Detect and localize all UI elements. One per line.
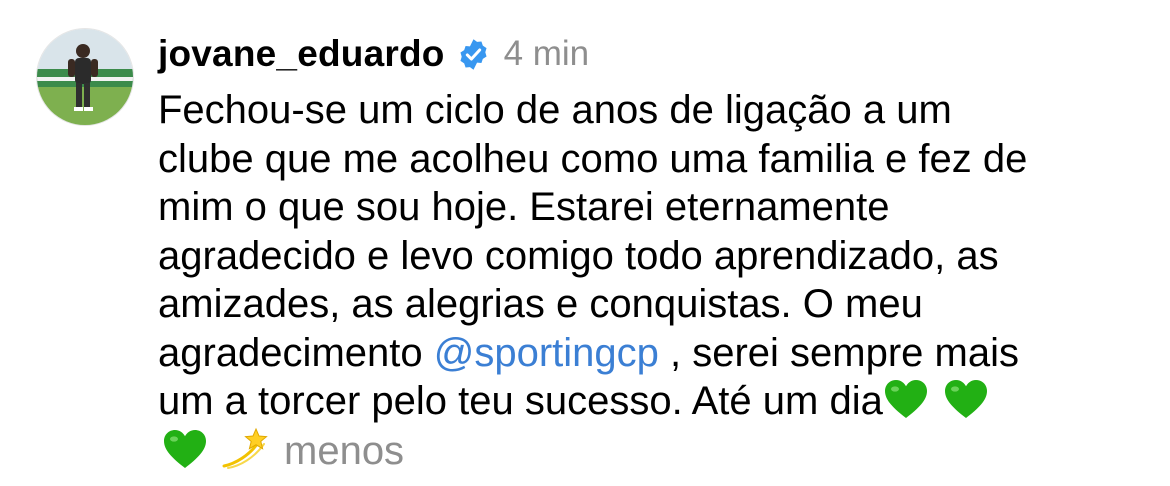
username-link[interactable]: jovane_eduardo [158, 33, 445, 75]
caption-line: agradecimento @sportingcp , serei sempre… [158, 329, 1148, 378]
post-header: jovane_eduardo 4 min [158, 26, 589, 82]
dizzy-star-icon [220, 426, 270, 470]
avatar-image [37, 29, 133, 125]
see-less-link[interactable]: menos [284, 429, 404, 473]
caption-line: mim o que sou hoje. Estarei eternamente [158, 185, 890, 229]
green-heart-icon [883, 378, 929, 420]
caption-line: menos [158, 426, 1148, 475]
caption-line: clube que me acolheu como uma familia e … [158, 136, 1028, 181]
caption-text: agradecimento [158, 330, 434, 375]
caption-text: um a torcer pelo teu sucesso. Até um dia [158, 379, 883, 423]
caption-line: um a torcer pelo teu sucesso. Até um dia [158, 377, 1148, 426]
post-timestamp: 4 min [503, 34, 590, 73]
caption-line: Fechou-se um ciclo de anos de ligação a … [158, 88, 952, 132]
post-caption: Fechou-se um ciclo de anos de ligação a … [158, 86, 1148, 474]
caption-text: , serei sempre mais [658, 330, 1019, 375]
mention-link[interactable]: @sportingcp [434, 331, 659, 375]
avatar[interactable] [36, 28, 134, 126]
caption-line: agradecido e levo comigo todo aprendizad… [158, 233, 999, 278]
caption-line: amizades, as alegrias e conquistas. O me… [158, 282, 923, 326]
green-heart-icon [162, 428, 208, 470]
verified-badge-icon [457, 38, 490, 71]
green-heart-icon [943, 378, 989, 420]
